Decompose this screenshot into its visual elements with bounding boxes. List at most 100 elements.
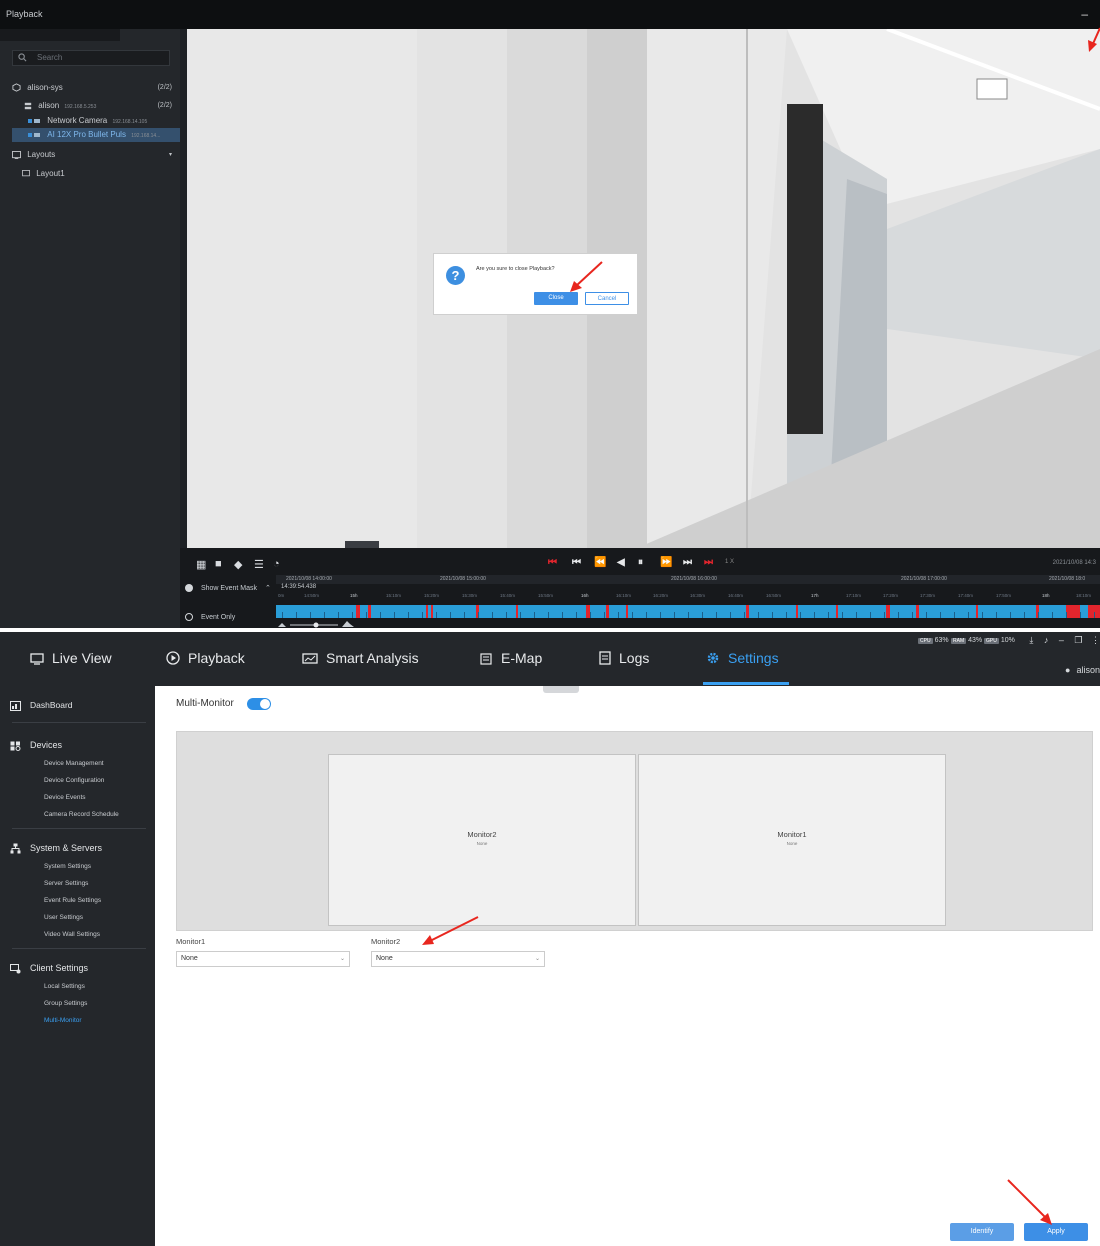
event-only-toggle[interactable]: Event Only xyxy=(185,613,235,621)
video-collapse-handle[interactable] xyxy=(345,541,379,548)
sidebar-item-device-configuration[interactable]: Device Configuration xyxy=(44,777,104,784)
search-input[interactable]: Search xyxy=(12,50,170,66)
recording-tick xyxy=(786,612,787,618)
multi-monitor-panel: Multi-Monitor Monitor2 None Monitor1 Non… xyxy=(155,686,1100,1246)
pause-icon[interactable]: ⏸ xyxy=(638,557,643,568)
sidebar-section-client[interactable]: Client Settings xyxy=(10,963,88,974)
monitor-tile[interactable]: Monitor1 None xyxy=(638,754,946,926)
calendar-icon[interactable]: ▦ xyxy=(196,558,206,571)
user-menu[interactable]: ● alison xyxy=(1065,665,1100,675)
recording-timeline-bar[interactable] xyxy=(276,605,1100,618)
tree-camera-ip: 192.168.14.105 xyxy=(112,119,148,125)
monitor-tile[interactable]: Monitor2 None xyxy=(328,754,636,926)
sidebar-item-server-settings[interactable]: Server Settings xyxy=(44,880,88,887)
recording-tick xyxy=(772,612,773,618)
recording-tick xyxy=(492,612,493,618)
sync-icon[interactable]: ◔ xyxy=(273,558,280,570)
minimize-icon[interactable]: – xyxy=(1059,635,1064,645)
sidebar-item-event-rule-settings[interactable]: Event Rule Settings xyxy=(44,897,101,904)
lock-icon[interactable]: ■ xyxy=(215,558,222,570)
skip-end-icon[interactable]: ⏭ xyxy=(704,557,713,568)
tab-live-view[interactable]: Live View xyxy=(30,650,112,666)
tab-smart-analysis[interactable]: Smart Analysis xyxy=(302,650,419,666)
identify-button[interactable]: Identify xyxy=(950,1223,1014,1241)
more-icon[interactable]: ⋮ xyxy=(1091,635,1100,645)
sidebar-section-devices[interactable]: Devices xyxy=(10,740,62,751)
rewind-icon[interactable]: ⏪ xyxy=(594,557,606,568)
tree-layout-item[interactable]: Layout1 xyxy=(22,167,65,181)
active-tab-indicator xyxy=(703,682,789,685)
camera-frame xyxy=(187,29,1100,548)
tag-icon[interactable]: ◆ xyxy=(234,558,242,571)
cpu-icon: CPU xyxy=(918,638,933,644)
close-button[interactable]: Close xyxy=(534,292,578,305)
minimize-button[interactable]: – xyxy=(1081,0,1088,29)
tab-e-map[interactable]: E-Map xyxy=(479,650,542,666)
recording-tick xyxy=(534,612,535,618)
tab-settings[interactable]: Settings xyxy=(706,650,779,666)
tree-camera-selected[interactable]: AI 12X Pro Bullet Puls 192.168.14... xyxy=(12,128,180,142)
recording-tick xyxy=(506,612,507,618)
sidebar-item-system-settings[interactable]: System Settings xyxy=(44,863,91,870)
sidebar-item-multi-monitor[interactable]: Multi-Monitor xyxy=(44,1017,82,1024)
recording-tick xyxy=(618,612,619,618)
recording-tick xyxy=(800,612,801,618)
restore-icon[interactable]: ❐ xyxy=(1074,635,1082,645)
recording-tick xyxy=(366,612,367,618)
collapse-handle[interactable] xyxy=(543,686,579,693)
recording-tick xyxy=(590,612,591,618)
tab-live-view-label: Live View xyxy=(52,650,112,666)
sidebar-item-user-settings[interactable]: User Settings xyxy=(44,914,83,921)
previous-frame-icon[interactable]: ⏮ xyxy=(572,557,581,568)
multi-monitor-toggle[interactable] xyxy=(247,698,271,710)
user-icon: ● xyxy=(1065,665,1071,675)
recording-tick xyxy=(842,612,843,618)
time-label: 16:40m xyxy=(728,593,744,598)
tab-playback-label: Playback xyxy=(188,650,245,666)
video-view[interactable] xyxy=(187,29,1100,548)
sidebar-item-device-events[interactable]: Device Events xyxy=(44,794,86,801)
time-label: 16:10m xyxy=(616,593,632,598)
confirm-close-dialog: ? Are you sure to close Playback? Close … xyxy=(433,253,638,315)
monitor2-select[interactable]: None ⌄ xyxy=(371,951,545,967)
sidebar-item-device-management[interactable]: Device Management xyxy=(44,760,104,767)
tree-layouts[interactable]: Layouts ▾ xyxy=(12,148,172,162)
tab-logs[interactable]: Logs xyxy=(599,650,649,666)
ram-icon: RAM xyxy=(951,638,967,644)
sidebar-item-dashboard[interactable]: DashBoard xyxy=(10,700,73,711)
time-label: 15:40m xyxy=(500,593,516,598)
timeline-zoom-slider[interactable] xyxy=(276,620,356,628)
cancel-button[interactable]: Cancel xyxy=(585,292,629,305)
sidebar-item-local-settings[interactable]: Local Settings xyxy=(44,983,85,990)
fast-forward-icon[interactable]: ⏩ xyxy=(660,557,672,568)
download-icon[interactable]: ⤓ xyxy=(1029,635,1033,645)
tree-site[interactable]: alison-sys (2/2) xyxy=(12,81,172,95)
time-label: 16h xyxy=(581,593,589,598)
sidebar-section-system[interactable]: System & Servers xyxy=(10,843,102,854)
sidebar-item-dashboard-label: DashBoard xyxy=(30,700,73,710)
sidebar-item-video-wall-settings[interactable]: Video Wall Settings xyxy=(44,931,100,938)
gpu-value: 10% xyxy=(1000,637,1015,644)
bell-icon[interactable]: ♪ xyxy=(1044,635,1049,645)
list-icon[interactable]: ☰ xyxy=(254,558,264,571)
tree-camera[interactable]: Network Camera 192.168.14.105 xyxy=(28,114,147,128)
event-marker xyxy=(796,605,798,618)
tree-camera-ip: 192.168.14... xyxy=(131,133,161,139)
reverse-play-icon[interactable]: ◀ xyxy=(617,557,625,568)
sidebar-item-camera-record-schedule[interactable]: Camera Record Schedule xyxy=(44,811,119,818)
date-label: 2021/10/08 17:00:00 xyxy=(901,576,947,582)
recording-tick xyxy=(996,612,997,618)
tab-playback[interactable]: Playback xyxy=(166,650,245,666)
playback-speed[interactable]: 1 X xyxy=(725,559,734,565)
apply-button[interactable]: Apply xyxy=(1024,1223,1088,1241)
monitor1-select[interactable]: None ⌄ xyxy=(176,951,350,967)
sidebar-item-group-settings[interactable]: Group Settings xyxy=(44,1000,87,1007)
recording-tick xyxy=(716,612,717,618)
tree-server[interactable]: alison 192.168.5.253 (2/2) xyxy=(24,99,172,113)
event-marker xyxy=(886,605,890,618)
next-frame-icon[interactable]: ⏭ xyxy=(683,557,692,568)
gpu-icon: GPU xyxy=(984,638,999,644)
show-event-mask-toggle[interactable]: Show Event Mask ⌃ xyxy=(185,584,271,593)
network-icon xyxy=(10,843,21,854)
skip-start-icon[interactable]: ⏮ xyxy=(548,557,557,568)
